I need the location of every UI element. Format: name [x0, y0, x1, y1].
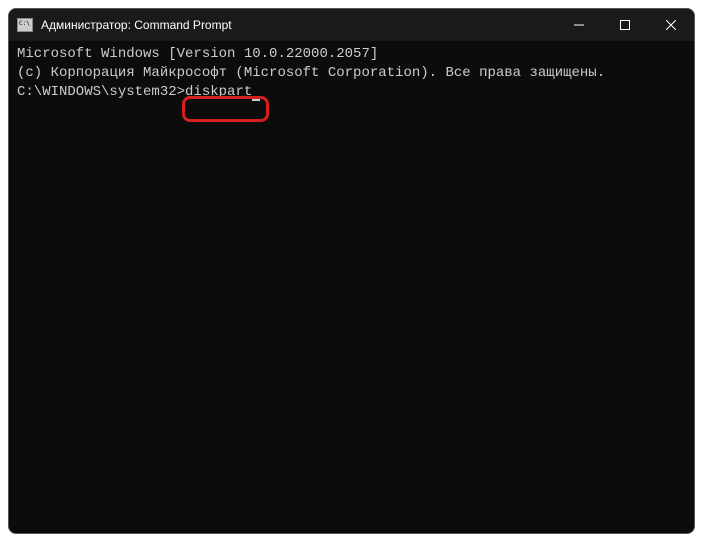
window-controls [556, 9, 694, 41]
prompt-line: C:\WINDOWS\system32>diskpart [17, 83, 686, 102]
minimize-button[interactable] [556, 9, 602, 41]
command-text: diskpart [185, 84, 252, 100]
maximize-button[interactable] [602, 9, 648, 41]
terminal-area[interactable]: Microsoft Windows [Version 10.0.22000.20… [9, 41, 694, 533]
copyright-line: (c) Корпорация Майкрософт (Microsoft Cor… [17, 64, 686, 83]
cursor [252, 99, 260, 101]
cmd-icon [17, 18, 33, 32]
maximize-icon [620, 20, 630, 30]
command-prompt-window: Администратор: Command Prompt Microsoft … [8, 8, 695, 534]
close-button[interactable] [648, 9, 694, 41]
minimize-icon [574, 20, 584, 30]
window-title: Администратор: Command Prompt [41, 18, 556, 32]
titlebar[interactable]: Администратор: Command Prompt [9, 9, 694, 41]
close-icon [666, 20, 676, 30]
version-line: Microsoft Windows [Version 10.0.22000.20… [17, 45, 686, 64]
prompt-text: C:\WINDOWS\system32> [17, 84, 185, 100]
